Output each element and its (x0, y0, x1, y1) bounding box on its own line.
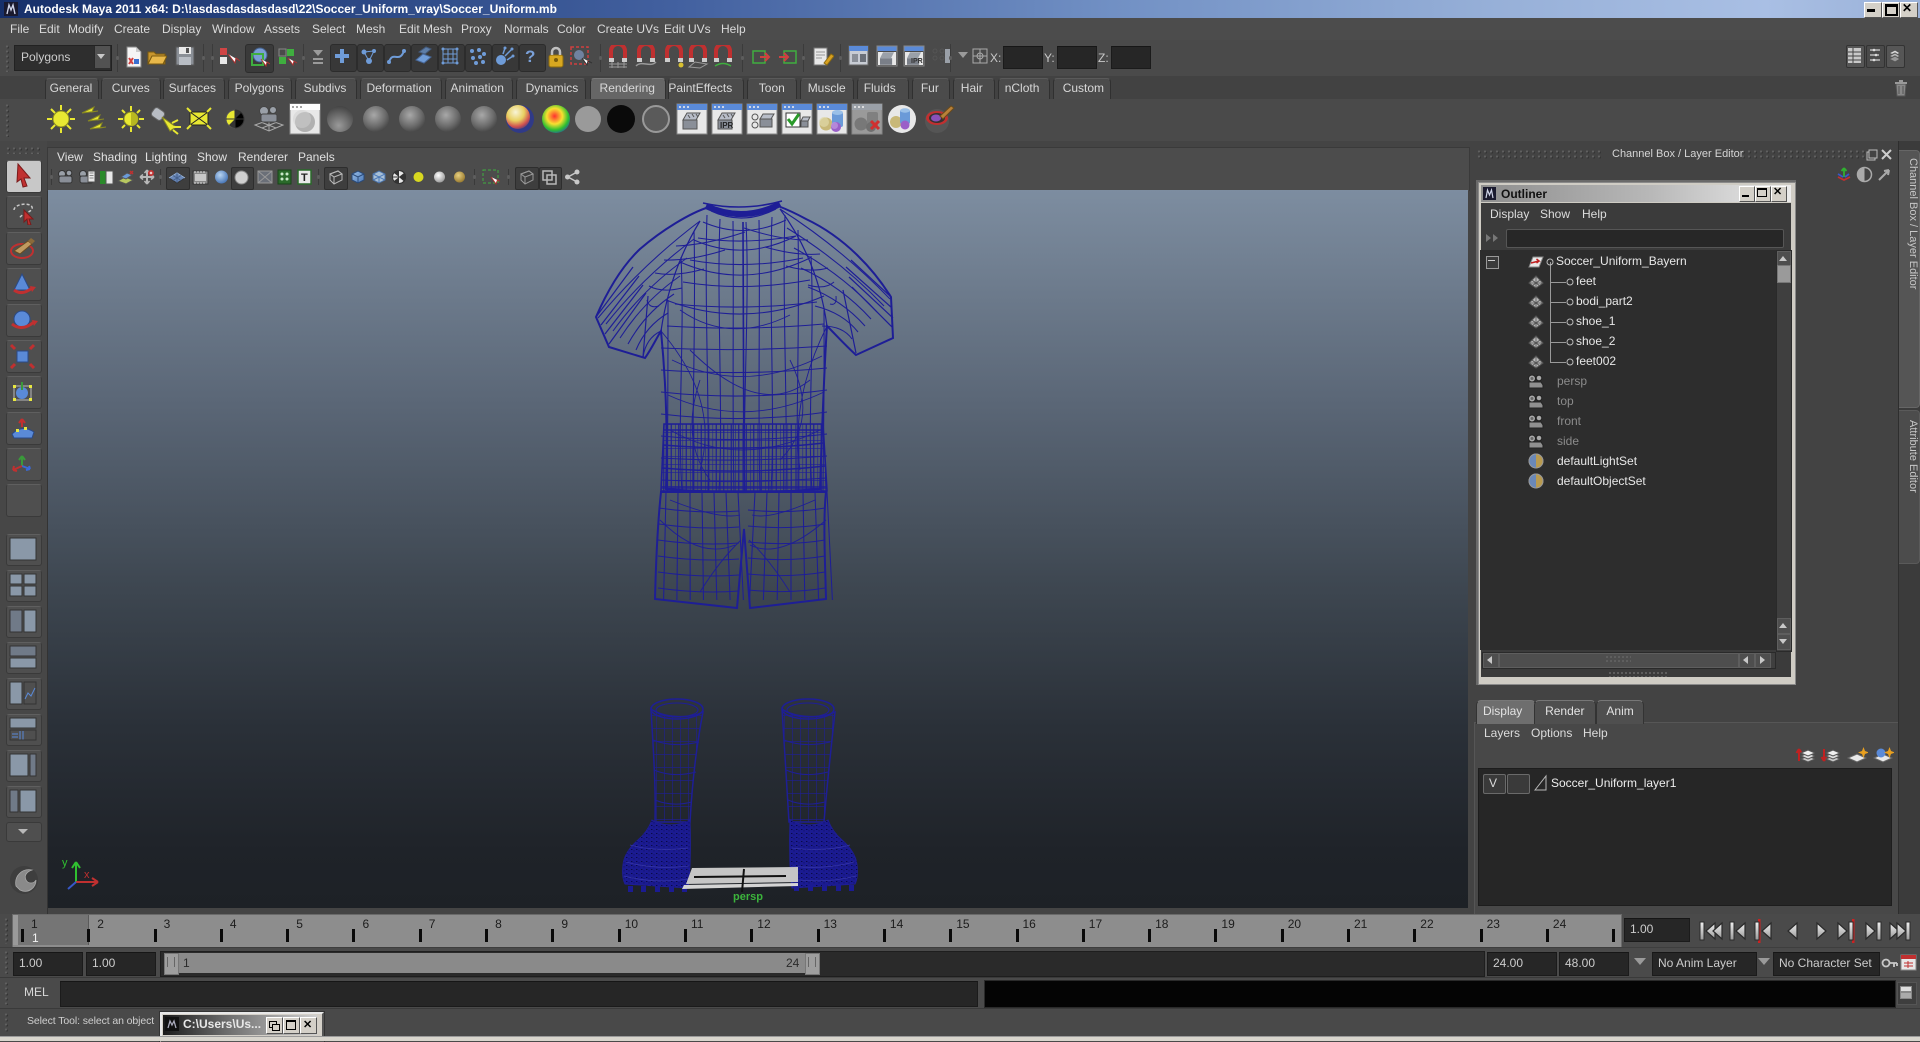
svg-text:IPR: IPR (911, 58, 923, 65)
svg-text:y: y (62, 857, 68, 869)
svg-text:T: T (301, 172, 308, 184)
svg-text:x: x (84, 869, 90, 881)
svg-text:IPR: IPR (720, 121, 734, 130)
